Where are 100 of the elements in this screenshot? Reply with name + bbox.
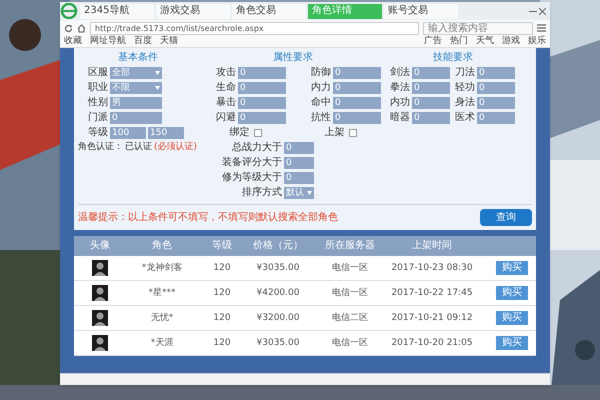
hint-text: 温馨提示：以上条件可不填写，不填写则默认搜索全部角色 xyxy=(78,212,338,224)
input-field[interactable]: 0 xyxy=(284,156,314,168)
field-label: 命中 xyxy=(310,96,331,108)
field-label: 刀法 xyxy=(454,66,475,78)
buy-button[interactable]: 购买 xyxy=(496,286,528,300)
bookmark-link[interactable]: 游戏 xyxy=(502,36,520,47)
field-label: 等级 xyxy=(87,126,108,138)
bookmark-link[interactable]: 娱乐 xyxy=(528,36,546,47)
field-label: 医术 xyxy=(454,112,475,124)
input-field[interactable]: 0 xyxy=(333,96,381,108)
input-field[interactable]: 0 xyxy=(238,112,286,124)
input-field[interactable]: 0 xyxy=(477,112,515,124)
table-cell-text: 电信二区 xyxy=(331,312,369,324)
bookmark-link[interactable]: 热门 xyxy=(450,36,468,47)
menu-icon[interactable] xyxy=(537,24,546,32)
checkbox[interactable] xyxy=(348,128,356,136)
field-label: 区服 xyxy=(87,66,108,78)
browser-logo-icon xyxy=(60,3,78,19)
field-label: 排序方式 xyxy=(241,186,282,198)
input-field[interactable]: 男 xyxy=(110,96,162,108)
field-label: 拳法 xyxy=(389,82,410,94)
input-field[interactable]: 0 xyxy=(238,96,286,108)
input-field[interactable]: 0 xyxy=(333,82,381,94)
column-header: 价格（元） xyxy=(252,240,304,252)
browser-tab[interactable]: 角色交易 xyxy=(232,4,306,18)
bookmark-link[interactable]: 百度 xyxy=(134,36,152,47)
home-icon[interactable] xyxy=(77,24,86,32)
table-cell-text: ¥3035.00 xyxy=(256,262,300,274)
browser-tab[interactable]: 2345导航 xyxy=(80,4,154,18)
note-link[interactable]: (必须认证) xyxy=(154,141,198,153)
section-title: 基本条件 xyxy=(117,52,159,65)
bookmark-link[interactable]: 网址导航 xyxy=(90,36,126,47)
input-field[interactable]: 0 xyxy=(238,82,286,94)
browser-tab[interactable]: 账号交易 xyxy=(384,4,458,18)
note-value: 已认证 xyxy=(125,141,152,153)
input-field[interactable]: 0 xyxy=(412,112,450,124)
input-field[interactable]: 0 xyxy=(238,66,286,78)
field-label: 剑法 xyxy=(389,66,410,78)
input-field[interactable]: 0 xyxy=(412,82,450,94)
buy-button[interactable]: 购买 xyxy=(496,336,528,350)
input-field[interactable]: 0 xyxy=(333,112,381,124)
field-label: 内力 xyxy=(310,82,331,94)
table-cell-text: ¥3200.00 xyxy=(256,312,300,324)
input-field[interactable]: 0 xyxy=(477,66,515,78)
table-cell-text: 120 xyxy=(212,262,232,274)
minimize-icon[interactable] xyxy=(529,10,537,12)
input-field[interactable]: 0 xyxy=(412,96,450,108)
avatar-icon xyxy=(92,260,108,276)
table-cell-text: *龙神剑客 xyxy=(140,262,184,274)
column-header: 角色 xyxy=(151,240,173,252)
bookmark-link[interactable]: 收藏 xyxy=(64,36,82,47)
field-label: 总战力大于 xyxy=(231,142,282,154)
bookmark-link[interactable]: 天猫 xyxy=(160,36,178,47)
column-header: 等级 xyxy=(211,240,233,252)
input-field[interactable]: 0 xyxy=(110,112,162,124)
bookmark-link[interactable]: 天气 xyxy=(476,36,494,47)
avatar-icon xyxy=(92,310,108,326)
checkbox-label: 绑定 xyxy=(230,126,250,138)
search-button[interactable]: 查询 xyxy=(480,209,532,226)
field-label: 装备评分大于 xyxy=(221,156,282,168)
field-label: 门派 xyxy=(87,112,108,124)
table-cell-text: 电信一区 xyxy=(331,262,369,274)
checkbox[interactable] xyxy=(254,128,262,136)
table-cell-text: 120 xyxy=(212,312,232,324)
input-field[interactable]: 0 xyxy=(333,66,381,78)
field-label: 内功 xyxy=(389,96,410,108)
input-field[interactable]: 0 xyxy=(477,96,515,108)
input-field[interactable]: 0 xyxy=(477,82,515,94)
dropdown[interactable]: 默认 xyxy=(284,186,314,198)
dropdown[interactable]: 不限 xyxy=(110,82,162,94)
buy-button[interactable]: 购买 xyxy=(496,261,528,275)
table-cell-text: 2017-10-22 17:45 xyxy=(390,287,474,299)
field-label: 暴击 xyxy=(215,96,236,108)
table-cell-text: *星*** xyxy=(148,287,176,299)
address-field[interactable]: http://trade.5173.com/list/searchrole.aspx xyxy=(90,22,419,34)
field-label: 抗性 xyxy=(310,112,331,124)
field-label: 职业 xyxy=(87,82,108,94)
field-label: 闪避 xyxy=(215,112,236,124)
caret-icon xyxy=(155,70,160,74)
input-field[interactable]: 0 xyxy=(412,66,450,78)
browser-tab[interactable]: 游戏交易 xyxy=(156,4,230,18)
field-label: 生命 xyxy=(215,82,236,94)
input-field[interactable]: 0 xyxy=(284,172,314,184)
bookmark-link[interactable]: 广告 xyxy=(424,36,442,47)
field-label: 性别 xyxy=(86,96,108,108)
table-cell-text: 2017-10-21 09:12 xyxy=(390,312,474,324)
browser-tab[interactable]: 角色详情 xyxy=(308,4,382,18)
buy-button[interactable]: 购买 xyxy=(496,311,528,325)
table-cell-text: 无忧* xyxy=(150,312,174,324)
field-label: 轻功 xyxy=(454,82,475,94)
refresh-icon[interactable] xyxy=(64,24,73,32)
input-field[interactable]: 100 xyxy=(110,126,146,138)
input-field[interactable]: 0 xyxy=(284,142,314,154)
dropdown[interactable]: 全部 xyxy=(110,66,162,78)
caret-icon xyxy=(307,190,312,194)
table-cell-text: 电信一区 xyxy=(331,337,369,349)
caret-icon xyxy=(155,86,160,90)
table-cell-text: *天涯 xyxy=(150,337,174,349)
input-field[interactable]: 150 xyxy=(148,126,184,138)
close-icon[interactable] xyxy=(539,8,546,14)
